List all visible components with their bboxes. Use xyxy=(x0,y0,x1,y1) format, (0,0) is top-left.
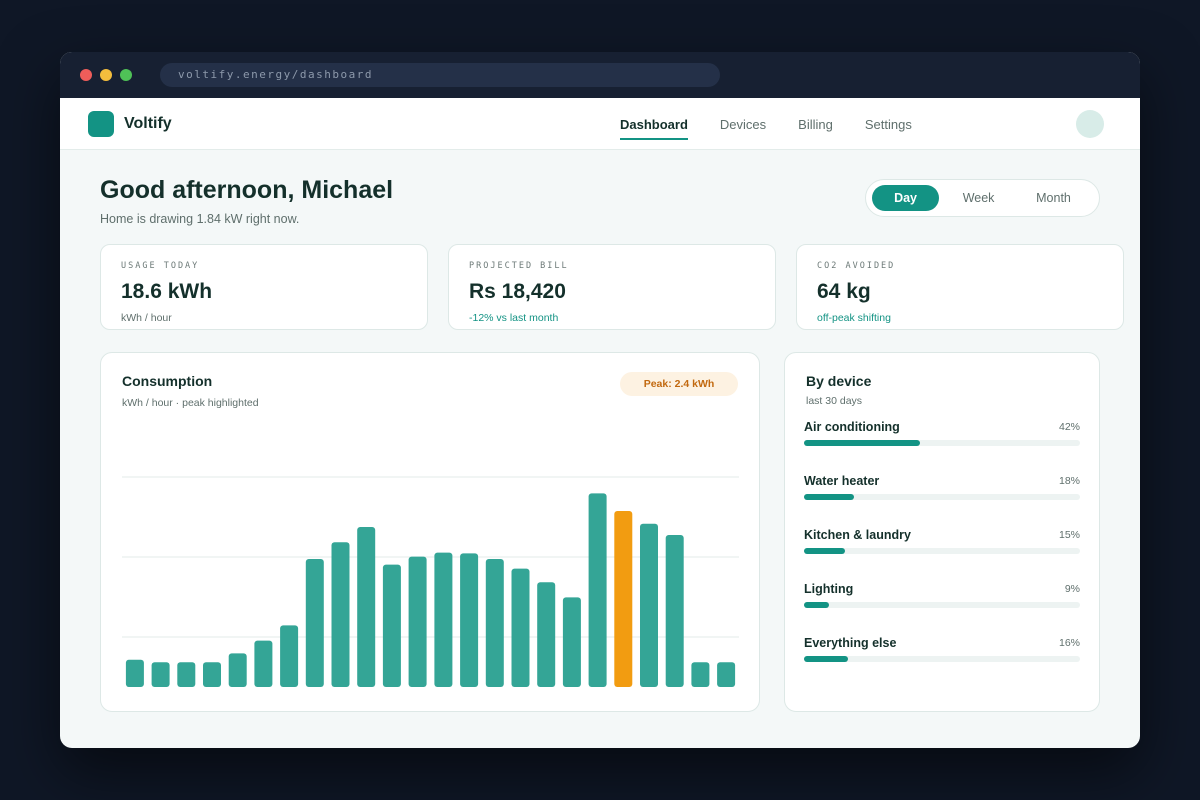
device-row[interactable]: Water heater 18% xyxy=(804,474,1080,504)
device-name: Kitchen & laundry xyxy=(804,528,911,542)
peak-badge: Peak: 2.4 kWh xyxy=(620,372,738,396)
by-device-panel: By device last 30 days Air conditioning 4… xyxy=(784,352,1100,712)
stat-value: 18.6 kWh xyxy=(121,280,213,303)
chart-bar[interactable] xyxy=(357,527,376,687)
chart-bar[interactable] xyxy=(280,625,299,687)
chart-bar[interactable] xyxy=(434,552,453,687)
device-share-track xyxy=(804,440,1080,446)
device-share-track xyxy=(804,656,1080,662)
device-percentage: 42% xyxy=(1058,421,1080,433)
device-percentage: 16% xyxy=(1058,637,1080,649)
page-subtitle: Home is drawing 1.84 kW right now. xyxy=(100,212,300,226)
time-range-toggle: Day Week Month xyxy=(865,179,1100,217)
chart-bar-peak[interactable] xyxy=(614,511,633,687)
stat-label: CO2 AVOIDED xyxy=(817,261,896,271)
device-percentage: 15% xyxy=(1058,529,1080,541)
close-window-icon[interactable] xyxy=(80,69,92,81)
address-bar[interactable]: voltify.energy/dashboard xyxy=(160,63,720,87)
maximize-window-icon[interactable] xyxy=(120,69,132,81)
range-day-button[interactable]: Day xyxy=(872,185,940,211)
stat-value: Rs 18,420 xyxy=(469,280,566,303)
device-share-bar xyxy=(804,656,849,662)
by-device-subtitle: last 30 days xyxy=(806,395,863,407)
chart-bar[interactable] xyxy=(203,662,221,687)
device-name: Everything else xyxy=(804,636,897,650)
brand-name[interactable]: Voltify xyxy=(124,115,172,133)
device-share-bar xyxy=(804,602,829,608)
nav-link-devices[interactable]: Devices xyxy=(720,98,766,150)
app-window: voltify.energy/dashboard Voltify Dashboa… xyxy=(60,52,1140,748)
chart-bar[interactable] xyxy=(717,662,736,687)
by-device-title: By device xyxy=(806,373,872,389)
range-week-button[interactable]: Week xyxy=(943,185,1014,211)
stat-subtext: kWh / hour xyxy=(121,312,172,324)
chart-bar[interactable] xyxy=(460,553,479,687)
range-month-button[interactable]: Month xyxy=(1018,185,1089,211)
device-share-track xyxy=(804,602,1080,608)
usage-today-card: USAGE TODAY 18.6 kWh kWh / hour xyxy=(100,244,428,330)
chart-bar[interactable] xyxy=(537,582,556,687)
consumption-title: Consumption xyxy=(122,373,213,389)
nav-link-billing[interactable]: Billing xyxy=(798,98,833,150)
device-share-track xyxy=(804,494,1080,500)
chart-bar[interactable] xyxy=(691,662,710,687)
chart-bar[interactable] xyxy=(665,535,684,687)
device-percentage: 18% xyxy=(1058,475,1080,487)
device-share-track xyxy=(804,548,1080,554)
device-percentage: 9% xyxy=(1064,583,1080,595)
chart-bar[interactable] xyxy=(254,640,273,687)
browser-chrome: voltify.energy/dashboard xyxy=(60,52,1140,98)
chart-bar[interactable] xyxy=(151,662,170,687)
device-name: Air conditioning xyxy=(804,420,900,434)
device-name: Water heater xyxy=(804,474,880,488)
chart-bar[interactable] xyxy=(177,662,196,687)
chart-bar[interactable] xyxy=(511,568,530,687)
top-navigation: Voltify Dashboard Devices Billing Settin… xyxy=(60,98,1140,150)
device-share-bar xyxy=(804,548,846,554)
chart-bar[interactable] xyxy=(485,559,504,687)
nav-link-settings[interactable]: Settings xyxy=(865,98,912,150)
nav-links: Dashboard Devices Billing Settings xyxy=(620,98,944,150)
minimize-window-icon[interactable] xyxy=(100,69,112,81)
chart-bar[interactable] xyxy=(228,653,247,687)
co2-avoided-card: CO2 AVOIDED 64 kg off-peak shifting xyxy=(796,244,1124,330)
dashboard-content: Good afternoon, Michael Home is drawing … xyxy=(60,150,1140,748)
chart-bar[interactable] xyxy=(125,659,144,687)
nav-link-dashboard[interactable]: Dashboard xyxy=(620,98,688,150)
user-avatar[interactable] xyxy=(1076,110,1104,138)
device-name: Lighting xyxy=(804,582,854,596)
chart-bar[interactable] xyxy=(588,493,607,687)
chart-bar[interactable] xyxy=(382,564,401,687)
chart-bar[interactable] xyxy=(305,559,324,687)
device-share-bar xyxy=(804,440,920,446)
page-title: Good afternoon, Michael xyxy=(100,176,394,204)
chart-bar[interactable] xyxy=(331,542,350,687)
stat-subtext: -12% vs last month xyxy=(469,312,559,324)
stat-subtext: off-peak shifting xyxy=(817,312,891,324)
projected-bill-card: PROJECTED BILL Rs 18,420 -12% vs last mo… xyxy=(448,244,776,330)
device-row[interactable]: Air conditioning 42% xyxy=(804,420,1080,450)
consumption-panel: Consumption kWh / hour · peak highlighte… xyxy=(100,352,760,712)
device-row[interactable]: Kitchen & laundry 15% xyxy=(804,528,1080,558)
device-share-bar xyxy=(804,494,854,500)
stat-label: PROJECTED BILL xyxy=(469,261,569,271)
chart-bar[interactable] xyxy=(562,597,581,687)
chart-bar[interactable] xyxy=(640,523,658,687)
stat-value: 64 kg xyxy=(817,280,871,303)
device-row[interactable]: Everything else 16% xyxy=(804,636,1080,666)
consumption-subtitle: kWh / hour · peak highlighted xyxy=(122,397,259,409)
stat-label: USAGE TODAY xyxy=(121,261,200,271)
device-row[interactable]: Lighting 9% xyxy=(804,582,1080,612)
voltify-logo-icon[interactable] xyxy=(88,111,114,137)
chart-bar[interactable] xyxy=(408,556,427,687)
